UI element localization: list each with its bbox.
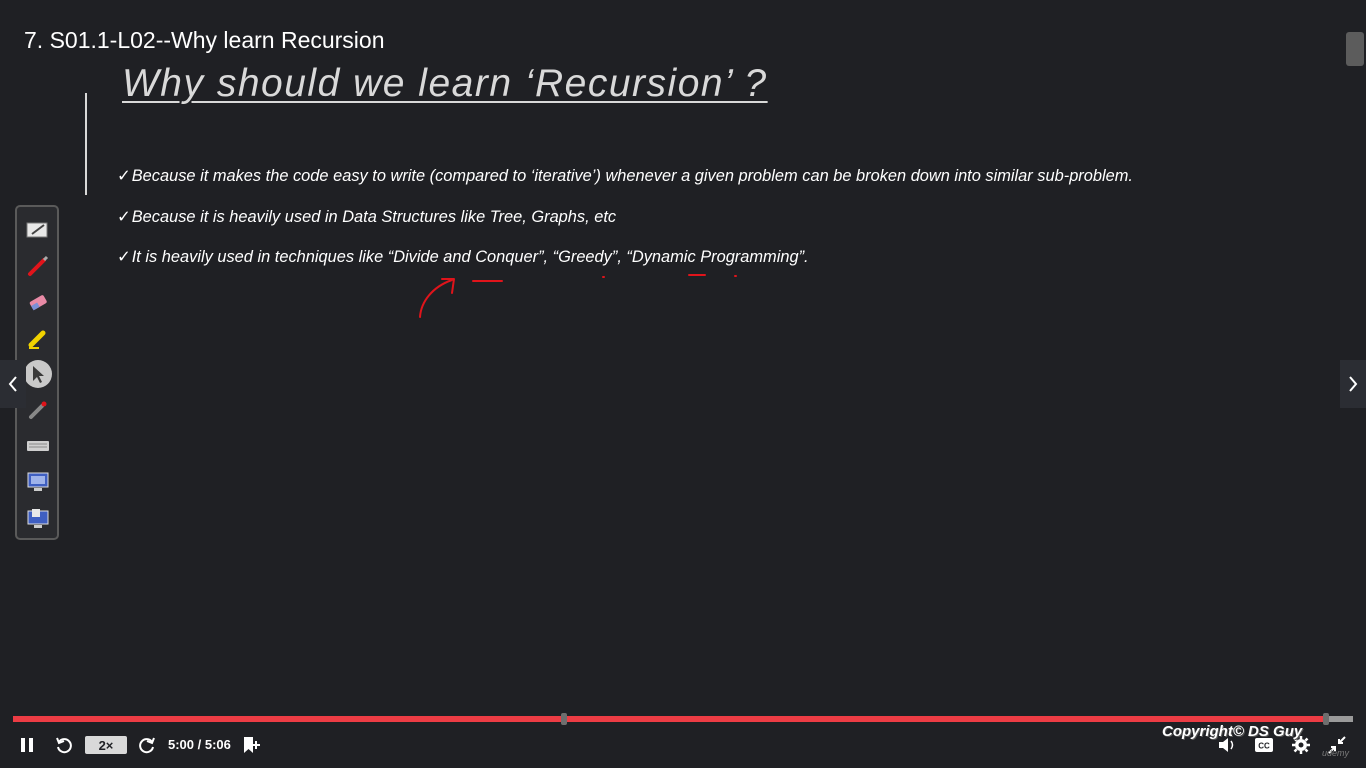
slide-bullet: ✓It is heavily used in techniques like “… <box>117 247 809 267</box>
bookmark-marker[interactable] <box>561 713 567 725</box>
annotation-arrow <box>419 279 453 318</box>
rewind-button[interactable] <box>53 735 75 755</box>
next-lecture-button[interactable] <box>1340 360 1366 408</box>
rewind-icon <box>56 737 72 754</box>
bullet-text: Because it is heavily used in Data Struc… <box>131 208 617 226</box>
svg-text:CC: CC <box>1258 742 1270 751</box>
forward-icon <box>139 737 155 754</box>
add-bookmark-button[interactable] <box>240 734 262 756</box>
slide-bullet: ✓Because it is heavily used in Data Stru… <box>117 207 616 227</box>
pause-button[interactable] <box>17 735 37 755</box>
laser-pointer-icon[interactable] <box>25 397 51 423</box>
copyright-overlay: Copyright© DS Guy <box>1162 723 1303 740</box>
lecture-title: 7. S01.1-L02--Why learn Recursion <box>24 27 385 53</box>
eraser-icon[interactable] <box>25 289 51 315</box>
checkmark-icon: ✓ <box>117 167 131 185</box>
pause-icon <box>21 738 33 752</box>
checkmark-icon: ✓ <box>117 248 131 266</box>
progress-handle[interactable] <box>1323 713 1330 725</box>
time-display: 5:00 / 5:06 <box>168 737 231 752</box>
bullet-text: Because it makes the code easy to write … <box>131 167 1133 185</box>
pointer-icon[interactable] <box>24 360 52 388</box>
keyboard-icon[interactable] <box>25 433 51 459</box>
video-progress-bar[interactable] <box>13 713 1353 725</box>
pen-annotations <box>419 274 737 318</box>
progress-played <box>13 716 1327 722</box>
chevron-left-icon <box>8 376 17 392</box>
highlighter-icon[interactable] <box>25 325 51 351</box>
playback-speed-button[interactable]: 2× <box>85 736 127 754</box>
bullet-text: It is heavily used in techniques like “D… <box>131 248 809 266</box>
notes-toggle-icon[interactable] <box>1346 32 1364 66</box>
add-bookmark-icon <box>244 737 260 753</box>
multi-screen-icon[interactable] <box>25 505 51 531</box>
slide-heading: Why should we learn ‘Recursion’ ? <box>122 62 768 105</box>
slide-divider <box>85 93 87 195</box>
annotation-arrowhead <box>441 278 455 294</box>
checkmark-icon: ✓ <box>117 208 131 226</box>
slide-bullet: ✓Because it makes the code easy to write… <box>117 166 1133 186</box>
previous-lecture-button[interactable] <box>0 360 26 408</box>
whiteboard-icon[interactable] <box>25 217 51 243</box>
chevron-right-icon <box>1349 376 1358 392</box>
pen-icon[interactable] <box>25 253 51 279</box>
forward-button[interactable] <box>136 735 158 755</box>
screen-icon[interactable] <box>25 469 51 495</box>
udemy-watermark: udemy <box>1322 748 1350 758</box>
